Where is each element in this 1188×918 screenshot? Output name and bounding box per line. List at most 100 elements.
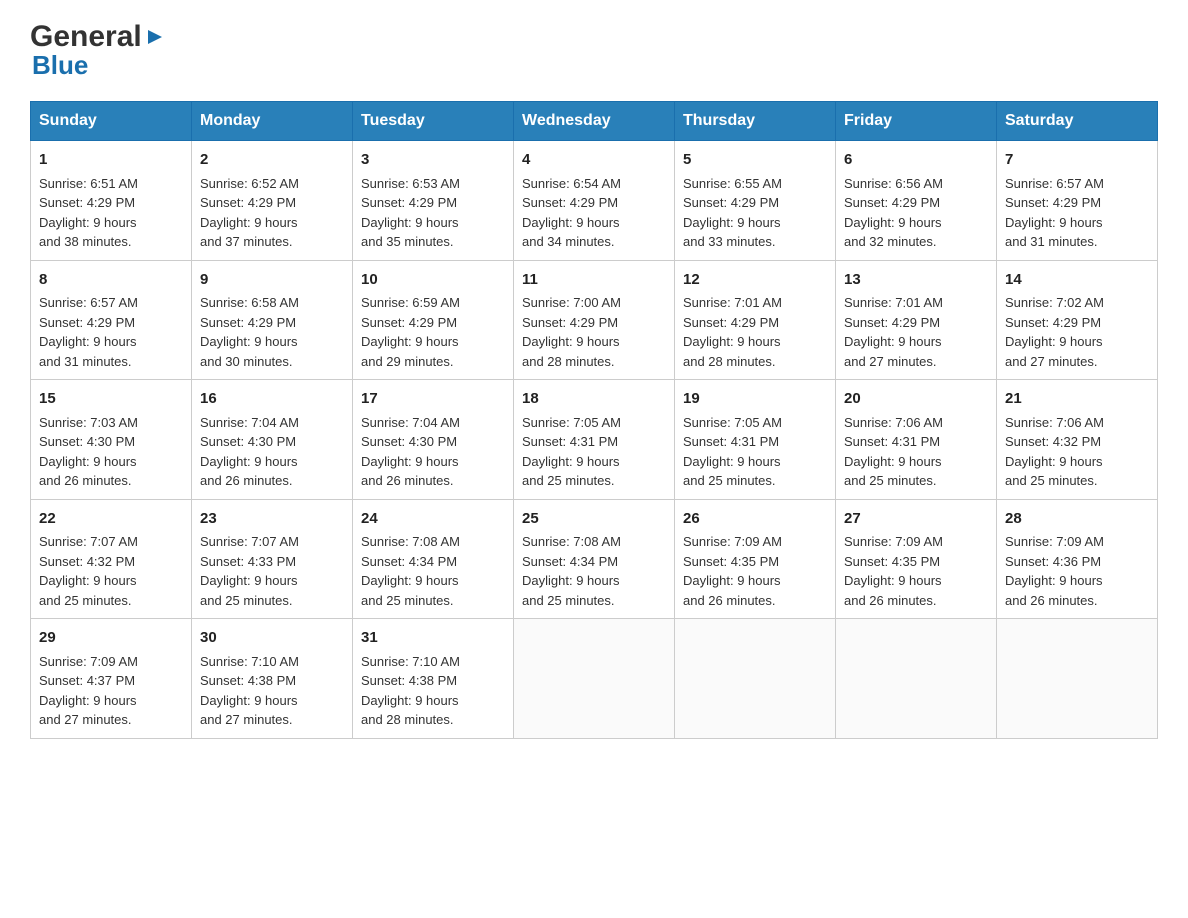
day-info: Sunrise: 7:04 AMSunset: 4:30 PMDaylight:… (200, 415, 299, 489)
day-info: Sunrise: 7:00 AMSunset: 4:29 PMDaylight:… (522, 295, 621, 369)
day-info: Sunrise: 7:08 AMSunset: 4:34 PMDaylight:… (361, 534, 460, 608)
day-info: Sunrise: 7:05 AMSunset: 4:31 PMDaylight:… (522, 415, 621, 489)
calendar-cell: 13 Sunrise: 7:01 AMSunset: 4:29 PMDayligh… (836, 260, 997, 380)
day-number: 14 (1005, 269, 1149, 292)
calendar-cell: 11 Sunrise: 7:00 AMSunset: 4:29 PMDayligh… (514, 260, 675, 380)
calendar-cell: 31 Sunrise: 7:10 AMSunset: 4:38 PMDayligh… (353, 619, 514, 739)
col-header-monday: Monday (192, 102, 353, 141)
calendar-cell: 5Sunrise: 6:55 AMSunset: 4:29 PMDaylight… (675, 141, 836, 261)
day-info: Sunrise: 6:56 AMSunset: 4:29 PMDaylight:… (844, 176, 943, 250)
calendar-cell: 30 Sunrise: 7:10 AMSunset: 4:38 PMDayligh… (192, 619, 353, 739)
day-info: Sunrise: 7:05 AMSunset: 4:31 PMDaylight:… (683, 415, 782, 489)
calendar-header-row: SundayMondayTuesdayWednesdayThursdayFrid… (31, 102, 1158, 141)
day-number: 5 (683, 149, 827, 172)
day-info: Sunrise: 6:58 AMSunset: 4:29 PMDaylight:… (200, 295, 299, 369)
day-info: Sunrise: 7:09 AMSunset: 4:36 PMDaylight:… (1005, 534, 1104, 608)
calendar-table: SundayMondayTuesdayWednesdayThursdayFrid… (30, 101, 1158, 739)
week-row-4: 22 Sunrise: 7:07 AMSunset: 4:32 PMDayligh… (31, 499, 1158, 619)
day-number: 24 (361, 508, 505, 531)
calendar-cell: 12 Sunrise: 7:01 AMSunset: 4:29 PMDayligh… (675, 260, 836, 380)
day-number: 12 (683, 269, 827, 292)
day-info: Sunrise: 7:09 AMSunset: 4:35 PMDaylight:… (683, 534, 782, 608)
day-number: 8 (39, 269, 183, 292)
calendar-cell: 10Sunrise: 6:59 AMSunset: 4:29 PMDayligh… (353, 260, 514, 380)
calendar-cell: 4 Sunrise: 6:54 AMSunset: 4:29 PMDaylight… (514, 141, 675, 261)
day-info: Sunrise: 7:07 AMSunset: 4:33 PMDaylight:… (200, 534, 299, 608)
calendar-cell (675, 619, 836, 739)
calendar-cell: 9 Sunrise: 6:58 AMSunset: 4:29 PMDaylight… (192, 260, 353, 380)
calendar-cell: 3 Sunrise: 6:53 AMSunset: 4:29 PMDaylight… (353, 141, 514, 261)
day-number: 19 (683, 388, 827, 411)
week-row-3: 15Sunrise: 7:03 AMSunset: 4:30 PMDayligh… (31, 380, 1158, 500)
day-info: Sunrise: 7:02 AMSunset: 4:29 PMDaylight:… (1005, 295, 1104, 369)
col-header-saturday: Saturday (997, 102, 1158, 141)
day-info: Sunrise: 6:57 AMSunset: 4:29 PMDaylight:… (1005, 176, 1104, 250)
day-number: 27 (844, 508, 988, 531)
calendar-cell: 26Sunrise: 7:09 AMSunset: 4:35 PMDayligh… (675, 499, 836, 619)
calendar-cell: 6Sunrise: 6:56 AMSunset: 4:29 PMDaylight… (836, 141, 997, 261)
day-number: 28 (1005, 508, 1149, 531)
logo-blue: Blue (32, 50, 88, 81)
day-number: 30 (200, 627, 344, 650)
calendar-cell: 20 Sunrise: 7:06 AMSunset: 4:31 PMDayligh… (836, 380, 997, 500)
day-number: 18 (522, 388, 666, 411)
calendar-cell: 18 Sunrise: 7:05 AMSunset: 4:31 PMDayligh… (514, 380, 675, 500)
col-header-thursday: Thursday (675, 102, 836, 141)
day-info: Sunrise: 7:01 AMSunset: 4:29 PMDaylight:… (683, 295, 782, 369)
week-row-1: 1Sunrise: 6:51 AMSunset: 4:29 PMDaylight… (31, 141, 1158, 261)
day-info: Sunrise: 7:03 AMSunset: 4:30 PMDaylight:… (39, 415, 138, 489)
day-number: 2 (200, 149, 344, 172)
calendar-cell: 19 Sunrise: 7:05 AMSunset: 4:31 PMDayligh… (675, 380, 836, 500)
calendar-cell: 23 Sunrise: 7:07 AMSunset: 4:33 PMDayligh… (192, 499, 353, 619)
calendar-cell: 29 Sunrise: 7:09 AMSunset: 4:37 PMDayligh… (31, 619, 192, 739)
day-number: 25 (522, 508, 666, 531)
day-number: 23 (200, 508, 344, 531)
day-info: Sunrise: 7:04 AMSunset: 4:30 PMDaylight:… (361, 415, 460, 489)
day-info: Sunrise: 7:07 AMSunset: 4:32 PMDaylight:… (39, 534, 138, 608)
calendar-cell: 22 Sunrise: 7:07 AMSunset: 4:32 PMDayligh… (31, 499, 192, 619)
day-info: Sunrise: 7:10 AMSunset: 4:38 PMDaylight:… (361, 654, 460, 728)
day-info: Sunrise: 6:59 AMSunset: 4:29 PMDaylight:… (361, 295, 460, 369)
day-info: Sunrise: 7:06 AMSunset: 4:32 PMDaylight:… (1005, 415, 1104, 489)
calendar-cell (836, 619, 997, 739)
calendar-cell (997, 619, 1158, 739)
day-number: 20 (844, 388, 988, 411)
calendar-cell: 24 Sunrise: 7:08 AMSunset: 4:34 PMDayligh… (353, 499, 514, 619)
calendar-cell: 1Sunrise: 6:51 AMSunset: 4:29 PMDaylight… (31, 141, 192, 261)
day-info: Sunrise: 6:53 AMSunset: 4:29 PMDaylight:… (361, 176, 460, 250)
day-info: Sunrise: 7:06 AMSunset: 4:31 PMDaylight:… (844, 415, 943, 489)
logo-arrow-icon (144, 26, 166, 48)
day-number: 3 (361, 149, 505, 172)
calendar-cell: 17 Sunrise: 7:04 AMSunset: 4:30 PMDayligh… (353, 380, 514, 500)
day-number: 13 (844, 269, 988, 292)
day-number: 22 (39, 508, 183, 531)
day-number: 1 (39, 149, 183, 172)
day-info: Sunrise: 7:09 AMSunset: 4:37 PMDaylight:… (39, 654, 138, 728)
day-info: Sunrise: 7:09 AMSunset: 4:35 PMDaylight:… (844, 534, 943, 608)
day-number: 29 (39, 627, 183, 650)
day-info: Sunrise: 7:10 AMSunset: 4:38 PMDaylight:… (200, 654, 299, 728)
day-number: 31 (361, 627, 505, 650)
day-number: 9 (200, 269, 344, 292)
calendar-cell: 27 Sunrise: 7:09 AMSunset: 4:35 PMDayligh… (836, 499, 997, 619)
calendar-cell: 14 Sunrise: 7:02 AMSunset: 4:29 PMDayligh… (997, 260, 1158, 380)
day-info: Sunrise: 6:57 AMSunset: 4:29 PMDaylight:… (39, 295, 138, 369)
day-info: Sunrise: 7:01 AMSunset: 4:29 PMDaylight:… (844, 295, 943, 369)
calendar-cell: 8 Sunrise: 6:57 AMSunset: 4:29 PMDaylight… (31, 260, 192, 380)
logo-general: General (30, 20, 142, 54)
day-number: 16 (200, 388, 344, 411)
day-info: Sunrise: 6:54 AMSunset: 4:29 PMDaylight:… (522, 176, 621, 250)
logo: General Blue (30, 20, 166, 81)
col-header-sunday: Sunday (31, 102, 192, 141)
day-number: 17 (361, 388, 505, 411)
day-number: 4 (522, 149, 666, 172)
day-number: 11 (522, 269, 666, 292)
page-header: General Blue (30, 20, 1158, 81)
day-number: 7 (1005, 149, 1149, 172)
calendar-cell: 25 Sunrise: 7:08 AMSunset: 4:34 PMDayligh… (514, 499, 675, 619)
calendar-cell: 28 Sunrise: 7:09 AMSunset: 4:36 PMDayligh… (997, 499, 1158, 619)
day-info: Sunrise: 7:08 AMSunset: 4:34 PMDaylight:… (522, 534, 621, 608)
calendar-cell: 21Sunrise: 7:06 AMSunset: 4:32 PMDayligh… (997, 380, 1158, 500)
calendar-cell: 15Sunrise: 7:03 AMSunset: 4:30 PMDayligh… (31, 380, 192, 500)
day-info: Sunrise: 6:52 AMSunset: 4:29 PMDaylight:… (200, 176, 299, 250)
